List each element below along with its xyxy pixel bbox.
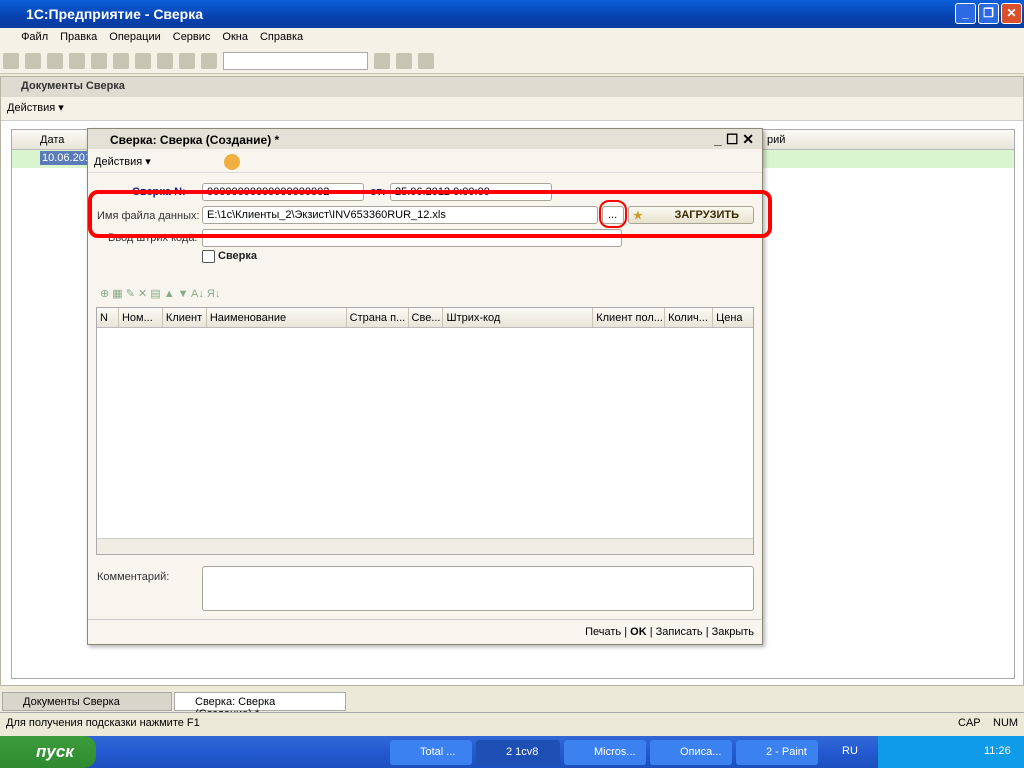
documents-window-title: Документы Сверка — [1, 77, 1023, 97]
add-row-icon[interactable]: ⊕ — [100, 288, 109, 300]
close-form-button[interactable]: Закрыть — [712, 626, 754, 638]
print-button[interactable]: Печать — [585, 626, 621, 638]
undo-icon[interactable] — [157, 53, 173, 69]
highlight-box — [88, 190, 772, 238]
column-qty[interactable]: Колич... — [665, 308, 714, 327]
print-icon[interactable] — [135, 53, 151, 69]
search-input[interactable] — [223, 52, 369, 70]
form-footer: Печать | OK | Записать | Закрыть — [88, 619, 762, 645]
menu-windows[interactable]: Окна — [216, 28, 254, 46]
save-icon[interactable] — [47, 53, 63, 69]
copy-icon[interactable] — [91, 53, 107, 69]
taskbar-paint[interactable]: 2 - Paint — [736, 740, 818, 765]
menu-operations[interactable]: Операции — [103, 28, 166, 46]
sverka-checkbox[interactable] — [202, 250, 215, 263]
help-icon[interactable] — [223, 154, 240, 170]
taskbar-total[interactable]: Total ... — [390, 740, 472, 765]
column-comment[interactable]: рий — [767, 134, 785, 146]
status-hint: Для получения подсказки нажмите F1 — [6, 717, 200, 729]
save-button[interactable]: Записать — [656, 626, 703, 638]
taskbar-word[interactable]: Описа... — [650, 740, 732, 765]
sort-desc-icon[interactable]: Я↓ — [207, 288, 220, 300]
system-tray: 11:26 — [878, 736, 1024, 768]
start-label: пуск — [36, 742, 74, 761]
documents-actions-menu[interactable]: Действия — [7, 102, 55, 114]
close-button[interactable]: ✕ — [1001, 3, 1022, 24]
grid-horizontal-scrollbar[interactable] — [97, 538, 753, 554]
calculator-icon[interactable] — [374, 53, 391, 69]
comment-label: Комментарий: — [97, 571, 170, 583]
form-actions-menu[interactable]: Действия — [94, 156, 142, 168]
grid-toolbar: ⊕ ▦ ✎ ✕ ▤ ▲ ▼ A↓ Я↓ — [100, 288, 221, 300]
column-number[interactable]: Ном... — [119, 308, 163, 327]
paste-icon[interactable] — [113, 53, 129, 69]
clock: 11:26 — [984, 745, 1011, 757]
help-icon[interactable] — [418, 53, 435, 69]
column-client[interactable]: Клиент — [163, 308, 207, 327]
column-name[interactable]: Наименование — [207, 308, 347, 327]
language-indicator[interactable]: RU — [842, 745, 858, 757]
app-title: 1С:Предприятие - Сверка — [26, 6, 203, 22]
column-n[interactable]: N — [97, 308, 119, 327]
cut-icon[interactable] — [69, 53, 85, 69]
form-window-controls[interactable]: _ ☐ ✕ — [714, 131, 754, 148]
minimize-button[interactable]: _ — [955, 3, 976, 24]
items-grid: N Ном... Клиент Наименование Страна п...… — [96, 307, 754, 555]
tab-documents[interactable]: Документы Сверка — [2, 692, 172, 711]
column-sv[interactable]: Све... — [409, 308, 444, 327]
cap-indicator: CAP — [958, 717, 981, 729]
new-icon[interactable] — [3, 53, 19, 69]
checkbox-label: Сверка — [218, 250, 258, 262]
status-bar: Для получения подсказки нажмите F1 CAP NU… — [0, 712, 1024, 734]
comment-field[interactable] — [202, 566, 754, 611]
restore-button[interactable]: ❐ — [978, 3, 999, 24]
ok-button[interactable]: OK — [630, 626, 647, 638]
taskbar: пуск Total ... 2 1cv8 Micros... Описа...… — [0, 736, 1024, 768]
menu-bar: Файл Правка Операции Сервис Окна Справка — [0, 28, 1024, 48]
menu-service[interactable]: Сервис — [167, 28, 217, 46]
open-icon[interactable] — [25, 53, 41, 69]
main-toolbar — [0, 48, 1024, 74]
app-titlebar: 1С:Предприятие - Сверка _ ❐ ✕ — [0, 0, 1024, 28]
column-country[interactable]: Страна п... — [347, 308, 409, 327]
form-toolbar: Действия ▾ — [88, 149, 762, 173]
window-tabs: Документы Сверка Сверка: Сверка (Создани… — [0, 690, 1024, 720]
column-date[interactable]: Дата — [40, 134, 64, 146]
column-client-recv[interactable]: Клиент пол... — [593, 308, 666, 327]
redo-icon[interactable] — [179, 53, 195, 69]
form-title: Сверка: Сверка (Создание) * — [110, 133, 280, 147]
tab-form[interactable]: Сверка: Сверка (Создание) * — [174, 692, 346, 720]
form-titlebar: Сверка: Сверка (Создание) * _ ☐ ✕ — [88, 129, 762, 149]
start-button[interactable]: пуск — [0, 736, 96, 768]
taskbar-1cv8[interactable]: 2 1cv8 — [476, 740, 560, 765]
column-barcode[interactable]: Штрих-код — [443, 308, 594, 327]
menu-help[interactable]: Справка — [254, 28, 309, 46]
browse-highlight — [599, 200, 627, 228]
num-indicator: NUM — [993, 717, 1019, 729]
calendar-icon[interactable] — [396, 53, 413, 69]
taskbar-excel[interactable]: Micros... — [564, 740, 646, 765]
search-icon[interactable] — [201, 53, 217, 69]
sort-asc-icon[interactable]: A↓ — [191, 288, 204, 300]
documents-toolbar: Действия ▾ — [1, 97, 1023, 121]
menu-edit[interactable]: Правка — [54, 28, 103, 46]
column-price[interactable]: Цена — [713, 308, 753, 327]
menu-file[interactable]: Файл — [15, 28, 54, 46]
row-date: 10.06.201 — [40, 151, 93, 165]
